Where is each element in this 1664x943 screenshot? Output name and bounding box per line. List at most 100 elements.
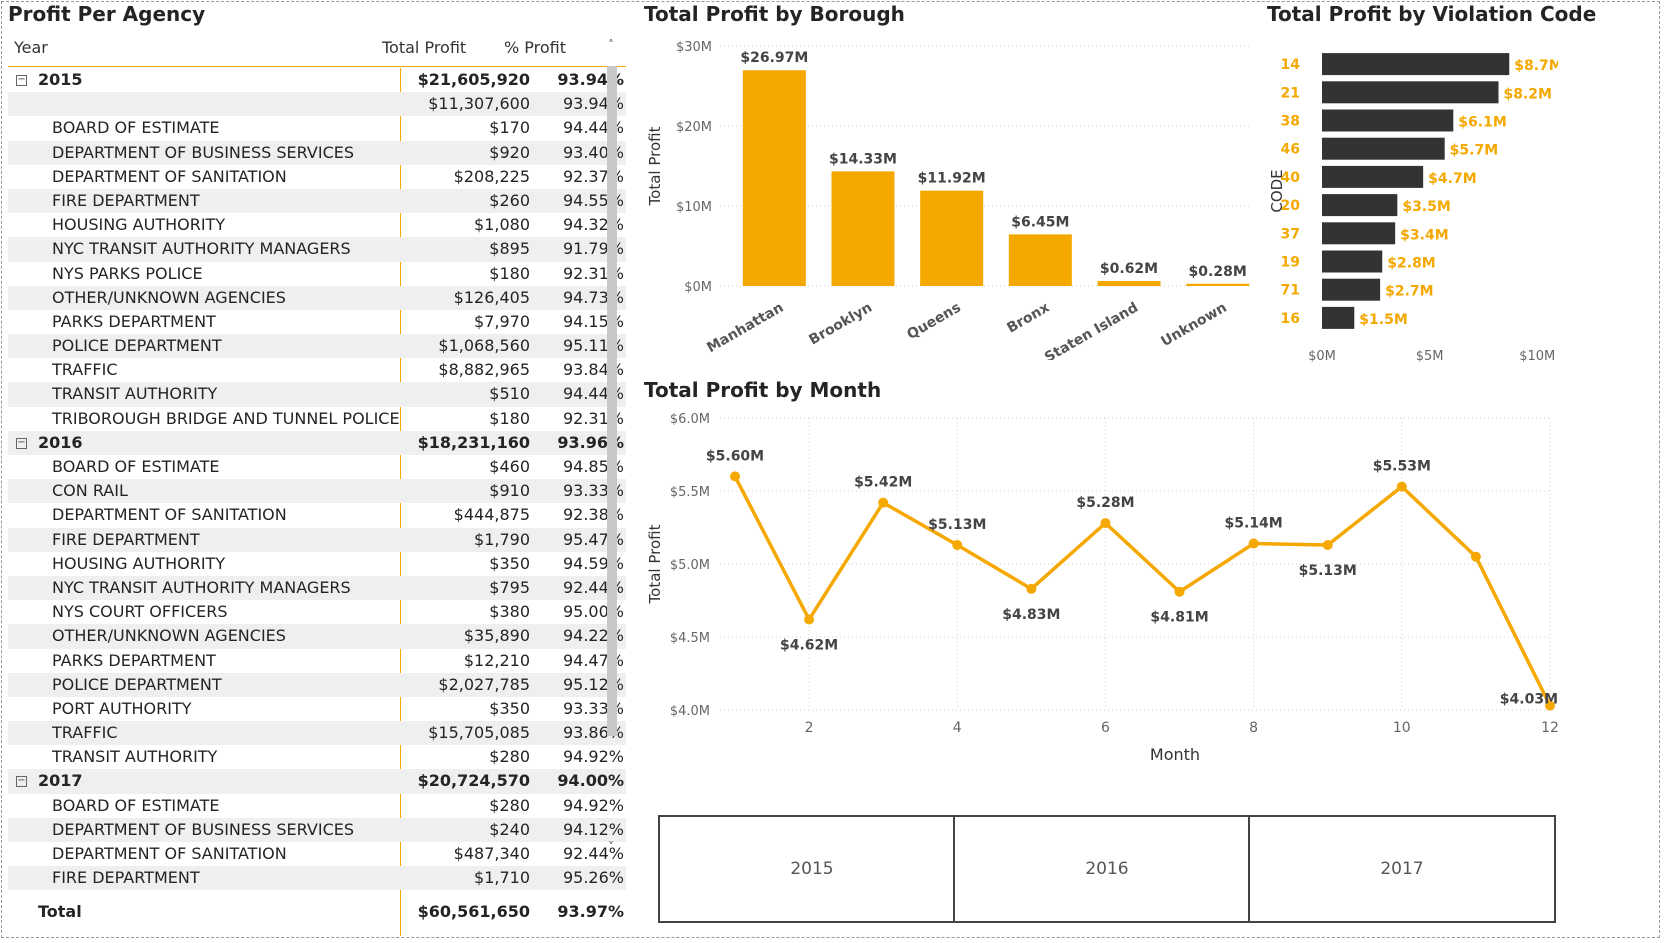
bar[interactable] bbox=[920, 190, 984, 286]
matrix-row[interactable]: PARKS DEPARTMENT $7,970 94.15% bbox=[8, 310, 626, 334]
data-label: $8.2M bbox=[1503, 86, 1551, 102]
matrix-row[interactable]: POLICE DEPARTMENT $1,068,560 95.11% bbox=[8, 334, 626, 359]
matrix-row[interactable]: NYC TRANSIT AUTHORITY MANAGERS $795 92.44% bbox=[8, 575, 626, 601]
matrix-scrollbar[interactable]: ˄ ˅ bbox=[604, 38, 618, 900]
bar[interactable] bbox=[1097, 281, 1161, 286]
y-tick-label: 37 bbox=[1281, 226, 1300, 242]
bar[interactable] bbox=[831, 171, 895, 286]
data-label: $5.14M bbox=[1225, 516, 1283, 532]
matrix-group-row[interactable]: −2017 $20,724,570 94.00% bbox=[8, 769, 626, 794]
y-tick-label: 16 bbox=[1281, 311, 1300, 327]
total-profit-cell: $7,970 bbox=[474, 311, 530, 331]
borough-bar-chart[interactable]: $0M $10M $20M $30M Total Profit $26.97M Manhat… bbox=[640, 30, 1260, 360]
row-label-cell: HOUSING AUTHORITY bbox=[8, 213, 396, 237]
matrix-row[interactable]: HOUSING AUTHORITY $350 94.59% bbox=[8, 552, 626, 576]
matrix-row[interactable]: TRAFFIC $8,882,965 93.84% bbox=[8, 358, 626, 382]
header-pct-profit[interactable]: % Profit bbox=[504, 38, 566, 57]
scroll-thumb[interactable] bbox=[607, 66, 617, 736]
bar[interactable] bbox=[1008, 234, 1072, 286]
violation-code-bar-chart[interactable]: CODE14 $8.7M21 $8.2M38 $6.1M46 $5.7M40 $4.7M2… bbox=[1262, 30, 1558, 370]
collapse-icon[interactable]: − bbox=[16, 75, 27, 86]
slicer-year-2016[interactable]: 2016 bbox=[953, 815, 1261, 923]
data-point[interactable] bbox=[1026, 583, 1037, 594]
month-line-chart[interactable]: $4.0M $4.5M $5.0M $5.5M $6.0M 2 4 6 8 10 12 Month To… bbox=[640, 404, 1560, 766]
row-label: DEPARTMENT OF SANITATION bbox=[52, 844, 287, 863]
matrix-row[interactable]: NYS COURT OFFICERS $380 95.00% bbox=[8, 600, 626, 624]
x-tick-label: 6 bbox=[1101, 720, 1110, 736]
matrix-row[interactable]: FIRE DEPARTMENT $1,710 95.26% bbox=[8, 866, 626, 891]
matrix-row[interactable]: FIRE DEPARTMENT $1,790 95.47% bbox=[8, 527, 626, 552]
row-label-cell: NYS PARKS POLICE bbox=[8, 262, 396, 286]
matrix-row[interactable]: OTHER/UNKNOWN AGENCIES $35,890 94.22% bbox=[8, 624, 626, 649]
borough-chart-title: Total Profit by Borough bbox=[644, 2, 905, 26]
matrix-row[interactable]: OTHER/UNKNOWN AGENCIES $126,405 94.73% bbox=[8, 285, 626, 310]
bar[interactable] bbox=[1322, 306, 1355, 329]
matrix-row[interactable]: $11,307,600 93.94% bbox=[8, 92, 626, 117]
bar[interactable] bbox=[1322, 250, 1383, 273]
matrix-row[interactable]: DEPARTMENT OF SANITATION $487,340 92.44% bbox=[8, 842, 626, 866]
collapse-icon[interactable]: − bbox=[16, 776, 27, 788]
row-label: TRANSIT AUTHORITY bbox=[52, 747, 218, 767]
row-label-cell: TRAFFIC bbox=[8, 721, 396, 745]
matrix-row[interactable]: CON RAIL $910 93.33% bbox=[8, 479, 626, 504]
profit-per-agency-matrix[interactable]: Year Total Profit % Profit −2015 $21,605,… bbox=[8, 32, 626, 938]
matrix-row[interactable]: TRAFFIC $15,705,085 93.86% bbox=[8, 721, 626, 746]
bar[interactable] bbox=[1322, 81, 1499, 104]
data-point[interactable] bbox=[804, 614, 815, 625]
header-year[interactable]: Year bbox=[14, 38, 48, 57]
data-point[interactable] bbox=[1174, 586, 1185, 597]
matrix-row[interactable]: DEPARTMENT OF SANITATION $208,225 92.37% bbox=[8, 165, 626, 189]
bar[interactable] bbox=[1322, 222, 1396, 245]
total-profit-cell: $350 bbox=[489, 553, 530, 573]
collapse-icon[interactable]: − bbox=[16, 437, 27, 449]
row-label-cell: DEPARTMENT OF SANITATION bbox=[8, 165, 396, 189]
matrix-row[interactable]: PORT AUTHORITY $350 93.33% bbox=[8, 697, 626, 721]
data-point[interactable] bbox=[878, 497, 889, 508]
total-profit-cell: $260 bbox=[489, 190, 530, 210]
matrix-row[interactable]: BOARD OF ESTIMATE $170 94.44% bbox=[8, 116, 626, 140]
matrix-row[interactable]: TRANSIT AUTHORITY $510 94.44% bbox=[8, 382, 626, 407]
matrix-total-row: Total $60,561,650 93.97% bbox=[8, 900, 626, 924]
bar[interactable] bbox=[1322, 194, 1398, 217]
matrix-row[interactable]: TRANSIT AUTHORITY $280 94.92% bbox=[8, 745, 626, 769]
matrix-row[interactable]: HOUSING AUTHORITY $1,080 94.32% bbox=[8, 213, 626, 237]
data-label: $4.62M bbox=[780, 637, 838, 653]
data-point[interactable] bbox=[1396, 481, 1407, 492]
data-point[interactable] bbox=[1470, 551, 1481, 562]
y-tick-label: $4.0M bbox=[670, 704, 710, 719]
matrix-row[interactable]: DEPARTMENT OF SANITATION $444,875 92.38% bbox=[8, 503, 626, 527]
bar[interactable] bbox=[1322, 278, 1381, 301]
matrix-row[interactable]: DEPARTMENT OF BUSINESS SERVICES $240 94.12… bbox=[8, 817, 626, 842]
data-label: $3.5M bbox=[1402, 199, 1450, 215]
y-tick-label: 19 bbox=[1281, 255, 1300, 271]
matrix-row[interactable]: FIRE DEPARTMENT $260 94.55% bbox=[8, 188, 626, 214]
matrix-group-row[interactable]: −2015 $21,605,920 93.94% bbox=[8, 68, 626, 92]
scroll-down-icon[interactable]: ˅ bbox=[604, 840, 618, 854]
bar[interactable] bbox=[1322, 137, 1445, 160]
matrix-row[interactable]: NYS PARKS POLICE $180 92.31% bbox=[8, 262, 626, 286]
data-point[interactable] bbox=[952, 540, 963, 551]
matrix-row[interactable]: DEPARTMENT OF BUSINESS SERVICES $920 93.40… bbox=[8, 140, 626, 165]
slicer-year-2015[interactable]: 2015 bbox=[658, 815, 966, 923]
data-point[interactable] bbox=[1248, 538, 1259, 549]
bar[interactable] bbox=[1322, 53, 1510, 76]
data-point[interactable] bbox=[1322, 540, 1333, 551]
matrix-row[interactable]: BOARD OF ESTIMATE $280 94.92% bbox=[8, 794, 626, 818]
bar[interactable] bbox=[742, 70, 806, 286]
data-point[interactable] bbox=[730, 471, 740, 482]
bar[interactable] bbox=[1186, 283, 1250, 286]
matrix-row[interactable]: BOARD OF ESTIMATE $460 94.85% bbox=[8, 455, 626, 479]
matrix-row[interactable]: POLICE DEPARTMENT $2,027,785 95.12% bbox=[8, 672, 626, 697]
matrix-row[interactable]: TRIBOROUGH BRIDGE AND TUNNEL POLICE $180 9… bbox=[8, 407, 626, 431]
data-point[interactable] bbox=[1100, 518, 1111, 529]
matrix-row[interactable]: NYC TRANSIT AUTHORITY MANAGERS $895 91.79% bbox=[8, 237, 626, 262]
matrix-row[interactable]: PARKS DEPARTMENT $12,210 94.47% bbox=[8, 649, 626, 673]
row-label-cell: OTHER/UNKNOWN AGENCIES bbox=[8, 286, 396, 310]
bar[interactable] bbox=[1322, 165, 1424, 188]
bar[interactable] bbox=[1322, 109, 1454, 132]
matrix-group-row[interactable]: −2016 $18,231,160 93.96% bbox=[8, 430, 626, 455]
scroll-up-icon[interactable]: ˄ bbox=[604, 38, 618, 52]
slicer-year-2017[interactable]: 2017 bbox=[1248, 815, 1556, 923]
header-total-profit[interactable]: Total Profit bbox=[382, 38, 466, 57]
matrix-title: Profit Per Agency bbox=[8, 2, 206, 26]
